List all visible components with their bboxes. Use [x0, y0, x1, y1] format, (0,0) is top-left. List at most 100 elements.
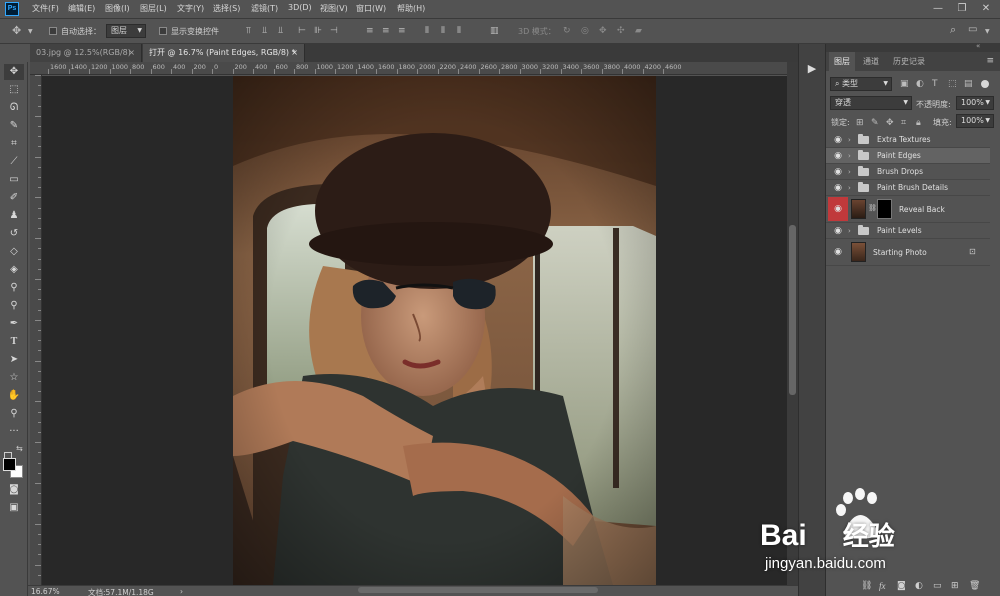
- orbit-3d-icon[interactable]: ↻: [563, 26, 571, 36]
- close-icon[interactable]: ×: [291, 44, 298, 62]
- hand-tool-icon[interactable]: ✋: [4, 388, 24, 404]
- tab-03-jpg[interactable]: 03.jpg @ 12.5%(RGB/8) ×: [30, 44, 142, 62]
- layer-item[interactable]: ◉ › Paint Levels: [826, 223, 990, 239]
- chevron-down-icon[interactable]: ▼: [28, 27, 33, 37]
- filter-toggle-icon[interactable]: [981, 80, 989, 88]
- tab-layers[interactable]: 图层: [829, 52, 855, 71]
- pixel-filter-icon[interactable]: ▣: [900, 79, 909, 89]
- slide-3d-icon[interactable]: ✣: [617, 26, 625, 36]
- distribute-left-icon[interactable]: ⦀: [425, 26, 429, 36]
- brush-tool-icon[interactable]: ✐: [4, 190, 24, 206]
- path-select-tool-icon[interactable]: ➤: [4, 352, 24, 368]
- lock-transparent-icon[interactable]: ⊞: [856, 118, 864, 128]
- auto-select-checkbox[interactable]: [49, 27, 57, 35]
- distribute-hcenter-icon[interactable]: ⦀: [441, 26, 445, 36]
- screen-mode-icon[interactable]: ▣: [4, 500, 24, 516]
- auto-align-icon[interactable]: ▥: [490, 26, 499, 36]
- search-icon[interactable]: ⌕: [950, 24, 956, 35]
- zoom-tool-icon[interactable]: ⚲: [4, 406, 24, 422]
- collapse-panel-icon[interactable]: «: [976, 42, 980, 50]
- layer-item[interactable]: ◉ Starting Photo ⊡: [826, 239, 990, 266]
- layer-item[interactable]: ◉ › Paint Brush Details: [826, 180, 990, 196]
- eyedropper-tool-icon[interactable]: ⟋: [4, 154, 24, 170]
- eye-icon[interactable]: ◉: [831, 239, 845, 266]
- restore-button[interactable]: ❐: [952, 1, 972, 17]
- foreground-color-swatch[interactable]: [3, 458, 16, 471]
- menu-type[interactable]: 文字(Y): [177, 3, 204, 14]
- history-brush-icon[interactable]: ↺: [4, 226, 24, 242]
- show-transform-checkbox[interactable]: [159, 27, 167, 35]
- menu-layer[interactable]: 图层(L): [140, 3, 167, 14]
- canvas-image[interactable]: [233, 76, 656, 585]
- distribute-top-icon[interactable]: ≡: [366, 26, 374, 36]
- shape-filter-icon[interactable]: ⬚: [948, 79, 957, 89]
- chevron-right-icon[interactable]: ›: [848, 132, 851, 148]
- more-tools-icon[interactable]: ···: [4, 424, 24, 440]
- eye-icon[interactable]: ◉: [831, 148, 845, 164]
- menu-edit[interactable]: 编辑(E): [68, 3, 95, 14]
- distribute-bottom-icon[interactable]: ≡: [398, 26, 406, 36]
- minimize-button[interactable]: —: [928, 1, 948, 17]
- align-bottom-icon[interactable]: ⫫: [278, 26, 283, 36]
- horizontal-scroll-thumb[interactable]: [358, 587, 598, 593]
- shape-tool-icon[interactable]: ☆: [4, 370, 24, 386]
- lock-position-icon[interactable]: ✥: [886, 118, 894, 128]
- menu-help[interactable]: 帮助(H): [397, 3, 425, 14]
- vertical-scroll-thumb[interactable]: [789, 225, 796, 395]
- lock-artboard-icon[interactable]: ⌗: [901, 118, 906, 128]
- menu-view[interactable]: 视图(V): [320, 3, 348, 14]
- play-icon[interactable]: ▶: [803, 60, 821, 78]
- layer-item[interactable]: ◉ ⛓ Reveal Back: [826, 196, 990, 223]
- layer-mask-thumbnail[interactable]: [877, 199, 892, 219]
- blur-tool-icon[interactable]: ⚲: [4, 280, 24, 296]
- menu-image[interactable]: 图像(I): [105, 3, 130, 14]
- crop-tool-icon[interactable]: ⌗: [4, 136, 24, 152]
- lock-pixels-icon[interactable]: ✎: [871, 118, 879, 128]
- lasso-tool-icon[interactable]: ᘏ: [4, 100, 24, 116]
- opacity-field[interactable]: 100% ▼: [956, 96, 994, 110]
- gradient-tool-icon[interactable]: ◈: [4, 262, 24, 278]
- type-filter-icon[interactable]: T: [932, 79, 938, 89]
- tab-paint-edges[interactable]: 打开 @ 16.7% (Paint Edges, RGB/8) * ×: [143, 44, 305, 62]
- tab-history[interactable]: 历史记录: [888, 52, 930, 71]
- eye-icon[interactable]: ◉: [831, 164, 845, 180]
- chevron-right-icon[interactable]: ›: [848, 164, 851, 180]
- healing-tool-icon[interactable]: ▭: [4, 172, 24, 188]
- eye-icon[interactable]: ◉: [831, 196, 845, 223]
- layer-item[interactable]: ◉ › Brush Drops: [826, 164, 990, 180]
- quick-mask-icon[interactable]: ◙: [4, 482, 24, 498]
- adjustment-filter-icon[interactable]: ◐: [916, 79, 924, 89]
- layer-item[interactable]: ◉ › Paint Edges: [826, 148, 990, 164]
- fill-field[interactable]: 100% ▼: [956, 114, 994, 128]
- eye-icon[interactable]: ◉: [831, 223, 845, 239]
- swap-colors-icon[interactable]: ⇆: [16, 444, 23, 453]
- align-hcenter-icon[interactable]: ⊪: [314, 26, 322, 36]
- chevron-right-icon[interactable]: ›: [848, 180, 851, 196]
- move-tool-icon[interactable]: ✥: [4, 64, 24, 80]
- roll-3d-icon[interactable]: ◎: [581, 26, 589, 36]
- menu-filter[interactable]: 滤镜(T): [251, 3, 278, 14]
- align-left-icon[interactable]: ⊢: [298, 26, 306, 36]
- close-icon[interactable]: ×: [128, 44, 135, 62]
- chevron-right-icon[interactable]: ›: [848, 223, 851, 239]
- eye-icon[interactable]: ◉: [831, 132, 845, 148]
- align-top-icon[interactable]: ⫪: [246, 26, 251, 36]
- marquee-tool-icon[interactable]: ⬚: [4, 82, 24, 98]
- auto-select-target-dropdown[interactable]: 图层 ▼: [106, 24, 146, 38]
- pen-tool-icon[interactable]: ✒: [4, 316, 24, 332]
- chevron-right-icon[interactable]: ›: [848, 148, 851, 164]
- zoom-level[interactable]: 16.67%: [31, 587, 60, 596]
- close-window-button[interactable]: ✕: [976, 1, 996, 17]
- layer-filter-dropdown[interactable]: ⌕ 类型 ▼: [830, 77, 892, 91]
- menu-window[interactable]: 窗口(W): [356, 3, 386, 14]
- eraser-tool-icon[interactable]: ◇: [4, 244, 24, 260]
- layer-item[interactable]: ◉ › Extra Textures: [826, 132, 990, 148]
- tab-channels[interactable]: 通道: [858, 52, 884, 71]
- menu-select[interactable]: 选择(S): [213, 3, 240, 14]
- panel-menu-icon[interactable]: ≡: [986, 52, 994, 71]
- menu-file[interactable]: 文件(F): [32, 3, 59, 14]
- quick-select-tool-icon[interactable]: ✎: [4, 118, 24, 134]
- stamp-tool-icon[interactable]: ♟: [4, 208, 24, 224]
- type-tool-icon[interactable]: T: [4, 334, 24, 350]
- trash-icon[interactable]: 🗑︎: [969, 581, 980, 591]
